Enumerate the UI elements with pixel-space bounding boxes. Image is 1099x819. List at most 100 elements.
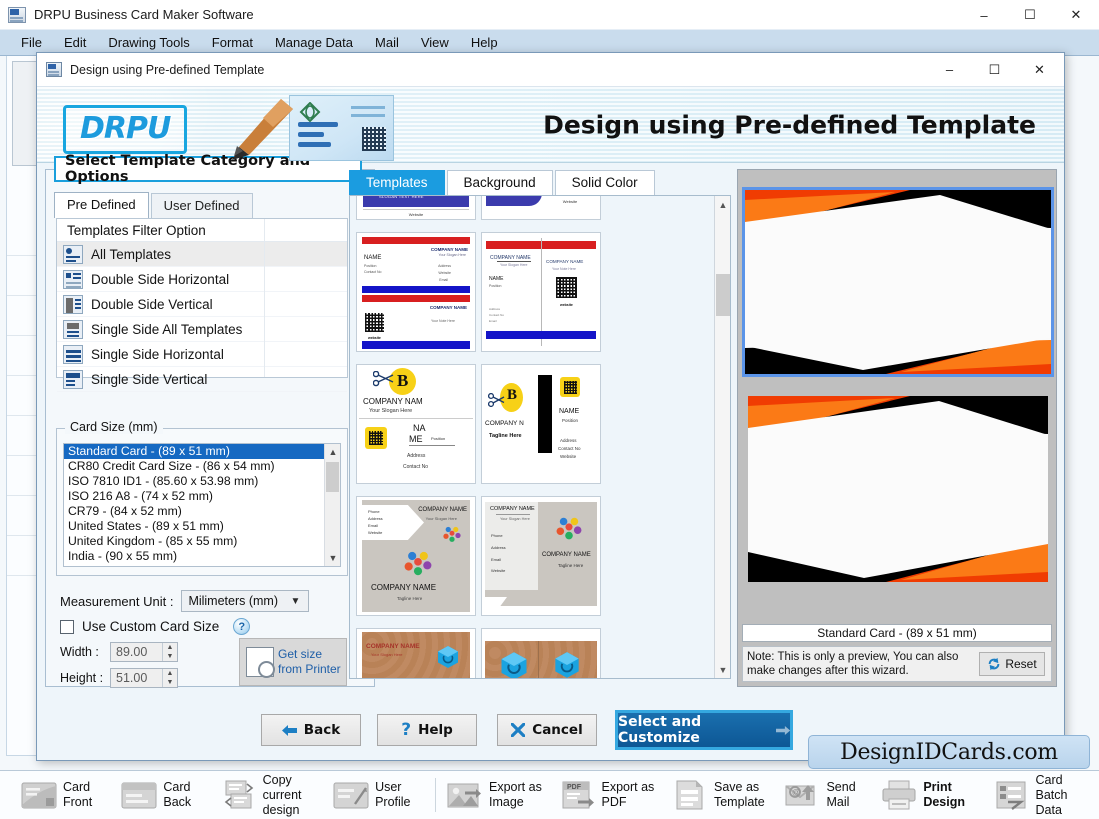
reset-button[interactable]: Reset: [979, 652, 1045, 676]
card-size-option[interactable]: ISO 216 A8 - (74 x 52 mm): [64, 489, 340, 504]
chevron-down-icon: ▼: [290, 595, 301, 607]
menu-edit[interactable]: Edit: [53, 32, 97, 53]
template-thumbnail[interactable]: B COMPANY N Tagline Here NAME Position A…: [481, 364, 601, 484]
template-thumbnail[interactable]: COMPANY NAME Your Slogan Here NAME Posit…: [356, 232, 476, 352]
toolbar-card-back[interactable]: Card Back: [114, 773, 213, 817]
scroll-up-icon[interactable]: ▲: [325, 444, 340, 460]
tab-pre-defined[interactable]: Pre Defined: [54, 192, 149, 218]
template-category-group: Select Template Category and Options Pre…: [45, 153, 375, 688]
arrow-left-icon: [281, 724, 297, 736]
width-stepper[interactable]: ▲ ▼: [162, 643, 177, 661]
use-custom-card-size-label: Use Custom Card Size: [82, 619, 220, 634]
toolbar-export-as-image[interactable]: Export as Image: [440, 773, 552, 817]
card-size-option[interactable]: United Kingdom - (85 x 55 mm): [64, 534, 340, 549]
toolbar-card-batch-data[interactable]: Card Batch Data: [987, 773, 1099, 817]
export-image-icon: [447, 780, 483, 810]
help-circle-icon[interactable]: ?: [233, 618, 251, 635]
toolbar-send-mail[interactable]: @ Send Mail: [777, 773, 874, 817]
banner-heading: Design using Pre-defined Template: [543, 110, 1036, 139]
preview-card-size-caption: Standard Card - (89 x 51 mm): [742, 624, 1052, 642]
tab-background[interactable]: Background: [446, 170, 553, 195]
template-thumbnail[interactable]: COMPANY NAME Your Slogan Here Your websi…: [356, 628, 476, 678]
menu-mail[interactable]: Mail: [364, 32, 410, 53]
card-size-listbox[interactable]: Standard Card - (89 x 51 mm) CR80 Credit…: [63, 443, 341, 567]
template-thumbnail[interactable]: Phone Address Email Website COMPANY NAME…: [356, 496, 476, 616]
scroll-up-icon[interactable]: ▲: [715, 196, 730, 213]
templates-scrollbar[interactable]: ▲ ▼: [714, 196, 730, 678]
card-size-option[interactable]: India - (90 x 55 mm): [64, 549, 340, 564]
use-custom-card-size-row: Use Custom Card Size ?: [60, 618, 251, 635]
menu-drawing-tools[interactable]: Drawing Tools: [97, 32, 200, 53]
toolbar-print-design[interactable]: Print Design: [874, 773, 986, 817]
toolbar-export-as-pdf[interactable]: PDF Export as PDF: [553, 773, 665, 817]
filter-item-single-side-vertical[interactable]: Single Side Vertical: [57, 367, 347, 392]
filter-item-double-side-horizontal[interactable]: Double Side Horizontal: [57, 267, 347, 292]
tab-templates[interactable]: Templates: [349, 170, 445, 195]
card-size-option[interactable]: United States - (89 x 51 mm): [64, 519, 340, 534]
hexagon-logo-icon: [501, 652, 527, 678]
cancel-button[interactable]: Cancel: [497, 714, 597, 746]
single-all-icon: [63, 319, 83, 339]
help-button[interactable]: ? Help: [377, 714, 477, 746]
scroll-down-icon[interactable]: ▼: [325, 550, 340, 566]
filter-item-single-side-all-templates[interactable]: Single Side All Templates: [57, 317, 347, 342]
card-size-option[interactable]: China - (90 x 54 mm): [64, 564, 340, 566]
menu-manage-data[interactable]: Manage Data: [264, 32, 364, 53]
scrollbar-thumb[interactable]: [716, 274, 730, 316]
preview-card-back[interactable]: [748, 396, 1048, 582]
card-size-option[interactable]: CR80 Credit Card Size - (86 x 54 mm): [64, 459, 340, 474]
filter-item-single-side-horizontal[interactable]: Single Side Horizontal: [57, 342, 347, 367]
template-thumbnail[interactable]: B COMPANY NAM Your Slogan Here NA ME Pos…: [356, 364, 476, 484]
card-size-scrollbar[interactable]: ▲ ▼: [324, 444, 340, 566]
tab-solid-color[interactable]: Solid Color: [554, 170, 655, 195]
template-thumbnail[interactable]: COMPANY NAME Your Slogan Here NAME Posit…: [481, 232, 601, 352]
select-and-customize-button[interactable]: Select and Customize: [615, 710, 793, 750]
menu-help[interactable]: Help: [460, 32, 509, 53]
dialog-close-icon[interactable]: ✕: [1017, 53, 1062, 86]
back-button[interactable]: Back: [261, 714, 361, 746]
toolbar-separator: [435, 778, 437, 812]
toolbar-user-profile[interactable]: User Profile: [326, 773, 431, 817]
toolbar-label: Print Design: [923, 780, 966, 809]
toolbar-copy-current-design[interactable]: Copy current design: [214, 773, 326, 817]
printer-button-line2: from Printer: [278, 662, 341, 676]
dialog-minimize-icon[interactable]: –: [927, 53, 972, 86]
height-stepper[interactable]: ▲ ▼: [162, 669, 177, 687]
template-thumbnail[interactable]: Website: [481, 196, 601, 220]
card-size-option[interactable]: Standard Card - (89 x 51 mm): [64, 444, 340, 459]
menu-file[interactable]: File: [10, 32, 53, 53]
card-size-option[interactable]: CR79 - (84 x 52 mm): [64, 504, 340, 519]
card-size-group: Card Size (mm) Standard Card - (89 x 51 …: [56, 420, 348, 576]
printer-button-line1: Get size: [278, 647, 323, 661]
filter-item-double-side-vertical[interactable]: Double Side Vertical: [57, 292, 347, 317]
dialog-window-controls: – ☐ ✕: [927, 53, 1062, 87]
use-custom-card-size-checkbox[interactable]: [60, 619, 74, 634]
toolbar-card-front[interactable]: Card Front: [14, 773, 114, 817]
template-thumbnail[interactable]: COMPANY NAME Your Slogan Here Phone Addr…: [481, 496, 601, 616]
scrollbar-thumb[interactable]: [326, 462, 339, 492]
template-thumbnail[interactable]: COMPANY NAME Your Slogan Here NAME Posit…: [481, 628, 601, 678]
get-size-from-printer-button[interactable]: Get size from Printer: [239, 638, 347, 686]
minimize-icon[interactable]: –: [961, 0, 1007, 30]
template-thumbnail[interactable]: SLOGAN TEXT HERE Website: [356, 196, 476, 220]
select-and-customize-label: Select and Customize: [618, 714, 702, 746]
dialog-maximize-icon[interactable]: ☐: [972, 53, 1017, 86]
templates-panel: Templates Background Solid Color SLOGAN …: [349, 169, 731, 687]
cancel-button-label: Cancel: [532, 722, 583, 738]
measurement-unit-select[interactable]: Milimeters (mm) ▼: [181, 590, 310, 612]
width-input[interactable]: 89.00 ▲ ▼: [110, 642, 178, 662]
maximize-icon[interactable]: ☐: [1007, 0, 1053, 30]
scroll-down-icon[interactable]: ▼: [715, 661, 730, 678]
toolbar-save-as-template[interactable]: Save as Template: [665, 773, 777, 817]
tab-user-defined[interactable]: User Defined: [150, 193, 253, 218]
menu-format[interactable]: Format: [201, 32, 264, 53]
drpu-logo: DRPU: [63, 105, 188, 154]
close-icon[interactable]: ✕: [1053, 0, 1099, 30]
card-size-option[interactable]: ISO 7810 ID1 - (85.60 x 53.98 mm): [64, 474, 340, 489]
templates-scroll-area[interactable]: SLOGAN TEXT HERE Website Website COMPANY…: [349, 195, 731, 679]
height-input[interactable]: 51.00 ▲ ▼: [110, 668, 178, 688]
menu-view[interactable]: View: [410, 32, 460, 53]
dialog-icon: [46, 62, 62, 77]
preview-card-front[interactable]: [742, 187, 1054, 377]
filter-item-all-templates[interactable]: All Templates: [57, 242, 347, 267]
